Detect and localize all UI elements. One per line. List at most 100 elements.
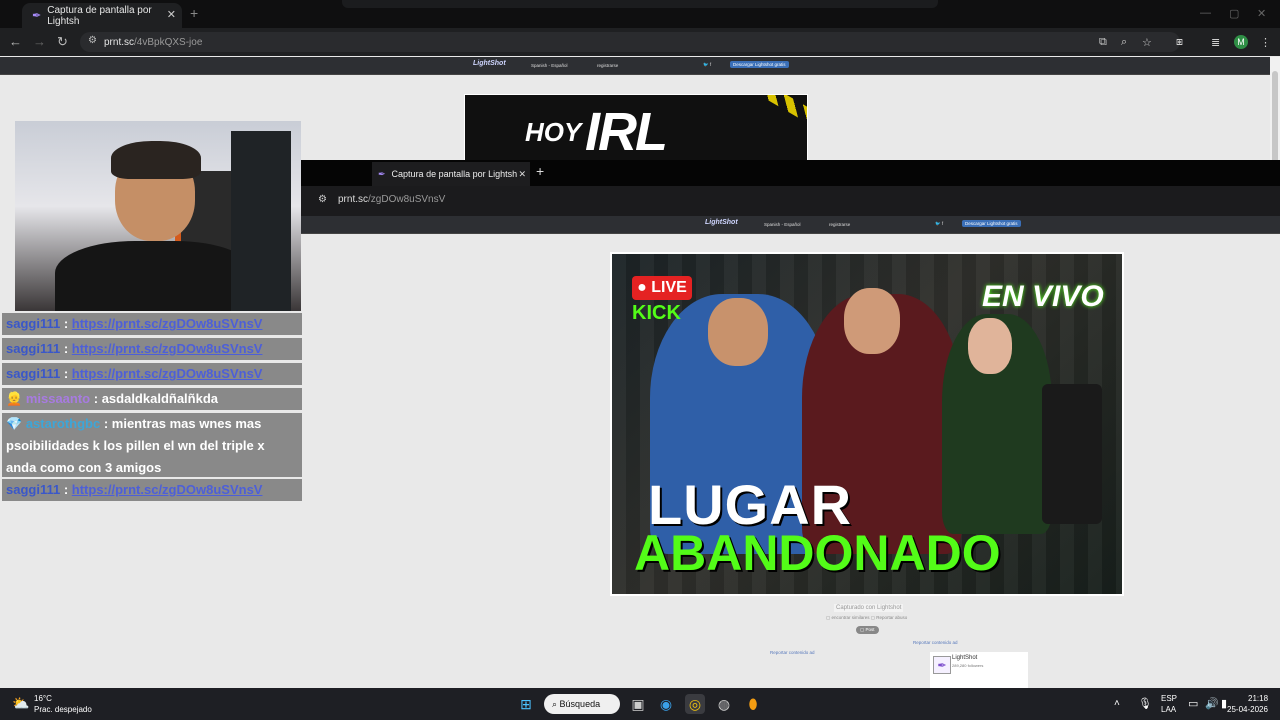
outer-url-input[interactable]: ⚙ prnt.sc/4vBpkQXS-joe (80, 32, 1180, 52)
thumb-word-irl: IRL (585, 102, 668, 162)
weather-desc[interactable]: Prac. despejado (34, 705, 92, 714)
close-tab-icon[interactable]: ✕ (167, 8, 176, 21)
live-dot-icon: ● (637, 279, 652, 296)
new-tab-icon[interactable]: + (190, 5, 198, 21)
reload-icon[interactable]: ↻ (57, 34, 68, 50)
taskbar-search[interactable]: ⌕ Búsqueda (544, 694, 620, 714)
chat-username[interactable]: astarothgbc (26, 416, 100, 431)
language-select[interactable]: Spanish - Español (764, 222, 801, 227)
language-select[interactable]: Spanish - Español (531, 63, 568, 68)
volume-icon[interactable]: 🔊 (1205, 697, 1219, 710)
install-icon[interactable]: ⧉ (1099, 36, 1107, 49)
lightshot-logo[interactable]: LightShot (705, 219, 738, 226)
menu-icon[interactable]: ⋮ (1260, 36, 1271, 49)
outer-url-path: /4vBpkQXS-joe (134, 36, 203, 48)
app-icon[interactable]: ⬮ (743, 694, 763, 714)
streamer-hair (111, 141, 201, 179)
microphone-icon[interactable]: 🎙 (1138, 697, 1152, 710)
outer-screenshot-image[interactable]: HOY IRL (464, 94, 808, 162)
camera-tripod (1042, 384, 1102, 524)
chat-link[interactable]: https://prnt.sc/zgDOw8uSVnsV (72, 316, 263, 331)
chat-message: saggi111 : https://prnt.sc/zgDOw8uSVnsV (2, 313, 302, 335)
minimize-icon[interactable]: — (1200, 7, 1211, 19)
new-tab-icon[interactable]: + (536, 163, 544, 179)
extensions-icon[interactable]: ⧆ (1176, 36, 1183, 49)
chat-message: saggi111 : https://prnt.sc/zgDOw8uSVnsV (2, 479, 302, 501)
card-logo-icon: ✒ (933, 656, 951, 674)
report-link[interactable]: Reportar contenido ad (913, 640, 958, 645)
forward-icon[interactable]: → (33, 34, 46, 49)
main-screenshot-image[interactable]: ● LIVE KICK EN VIVO LUGAR ABANDONADO (610, 252, 1124, 596)
download-button[interactable]: Descargar Lightshot gratis (962, 220, 1021, 227)
site-info-icon[interactable]: ⚙ (318, 194, 327, 205)
task-view-icon[interactable]: ▣ (628, 694, 648, 714)
tray-overflow-icon[interactable]: ˄ (1114, 698, 1120, 709)
post-pill[interactable]: ▢ Post (856, 626, 879, 634)
edge-icon[interactable]: ◉ (656, 694, 676, 714)
chat-message: saggi111 : https://prnt.sc/zgDOw8uSVnsV (2, 363, 302, 385)
download-button[interactable]: Descargar Lightshot gratis (730, 61, 789, 68)
input-lang[interactable]: ESP (1161, 694, 1177, 703)
person-left-face (708, 298, 768, 366)
maximize-icon[interactable]: ▢ (1229, 7, 1239, 20)
chat-message: 💎 astarothgbc : mientras mas wnes mas ps… (2, 413, 302, 477)
bookmark-star-icon[interactable]: ☆ (1142, 36, 1152, 49)
chat-username[interactable]: saggi111 (6, 341, 60, 356)
chat-link[interactable]: https://prnt.sc/zgDOw8uSVnsV (72, 341, 263, 356)
back-icon[interactable]: ← (9, 34, 22, 49)
windows-start-icon[interactable]: ⊞ (516, 694, 536, 714)
display-icon[interactable]: ▭ (1188, 697, 1198, 710)
streamer-shirt (55, 241, 255, 311)
media-icon[interactable]: ≣ (1211, 36, 1220, 49)
chat-link[interactable]: https://prnt.sc/zgDOw8uSVnsV (72, 482, 263, 497)
obs-icon[interactable]: ◍ (714, 694, 734, 714)
outer-tab[interactable]: ✒ Captura de pantalla por Lightsh ✕ (22, 3, 182, 28)
inner-address-bar: ⚙ prnt.sc/zgDOw8uSVnsV (300, 186, 1280, 216)
chat-username[interactable]: missaanto (26, 391, 90, 406)
chat-username[interactable]: saggi111 (6, 316, 60, 331)
login-link[interactable]: registrarse (597, 63, 618, 68)
keyboard-layout[interactable]: LAA (1161, 705, 1176, 714)
caution-tape (729, 95, 807, 139)
inner-url[interactable]: prnt.sc/zgDOw8uSVnsV (338, 194, 445, 205)
profile-avatar[interactable]: M (1234, 35, 1248, 49)
outer-address-bar: ← → ↻ ⚙ prnt.sc/4vBpkQXS-joe ⧉ ⌕ ☆ ⧆ ≣ ⋮ (0, 28, 1280, 56)
lightshot-feather-icon: ✒ (32, 10, 42, 22)
lightshot-card[interactable]: ✒ LightShot 289,280 followers (930, 652, 1028, 688)
login-link[interactable]: registrarse (829, 222, 850, 227)
close-window-icon[interactable]: ✕ (1257, 7, 1266, 20)
live-text: LIVE (651, 279, 687, 296)
chat-message: saggi111 : https://prnt.sc/zgDOw8uSVnsV (2, 338, 302, 360)
lightshot-logo[interactable]: LightShot (473, 60, 506, 67)
site-info-icon[interactable]: ⚙ (88, 35, 97, 46)
clock-date[interactable]: 25-04-2026 (1227, 705, 1268, 714)
chat-username[interactable]: saggi111 (6, 366, 60, 381)
image-actions[interactable]: ▢ encontrar similares ▢ Reportar abuso (826, 615, 907, 621)
inner-tab[interactable]: ✒ Captura de pantalla por Lightsh ✕ (372, 162, 530, 186)
chrome-icon[interactable]: ◎ (685, 694, 705, 714)
en-vivo-text: EN VIVO (982, 280, 1104, 313)
chat-text: asdaldkaldñalñkda (101, 391, 219, 406)
drag-region (342, 0, 938, 8)
social-icons[interactable]: 🐦 f (703, 62, 711, 68)
chat-link[interactable]: https://prnt.sc/zgDOw8uSVnsV (72, 366, 263, 381)
inner-url-host: prnt.sc (338, 194, 369, 205)
chat-message: 👱 missaanto : asdaldkaldñalñkda (2, 388, 302, 410)
outer-tab-title: Captura de pantalla por Lightsh (47, 4, 152, 27)
captured-with-label[interactable]: Capturado con Lightshot (834, 604, 904, 612)
close-tab-icon[interactable]: ✕ (518, 169, 526, 180)
weather-icon[interactable]: ⛅ (12, 695, 29, 712)
left-ad-link[interactable]: Reportar contenido ad (770, 650, 815, 655)
live-badge: ● LIVE (632, 276, 692, 300)
clock-time[interactable]: 21:18 (1248, 694, 1268, 703)
zoom-icon[interactable]: ⌕ (1121, 36, 1127, 49)
person-center-face (844, 288, 900, 354)
chat-username[interactable]: saggi111 (6, 482, 60, 497)
badge-icon: 💎 (6, 416, 23, 431)
outer-url-host: prnt.sc (104, 36, 135, 48)
inner-url-path: /zgDOw8uSVnsV (368, 194, 446, 205)
weather-temp[interactable]: 16°C (34, 694, 52, 703)
title-line-2: ABANDONADO (634, 525, 1001, 581)
background-cabinet (231, 131, 291, 311)
social-icons[interactable]: 🐦 f (935, 221, 943, 227)
